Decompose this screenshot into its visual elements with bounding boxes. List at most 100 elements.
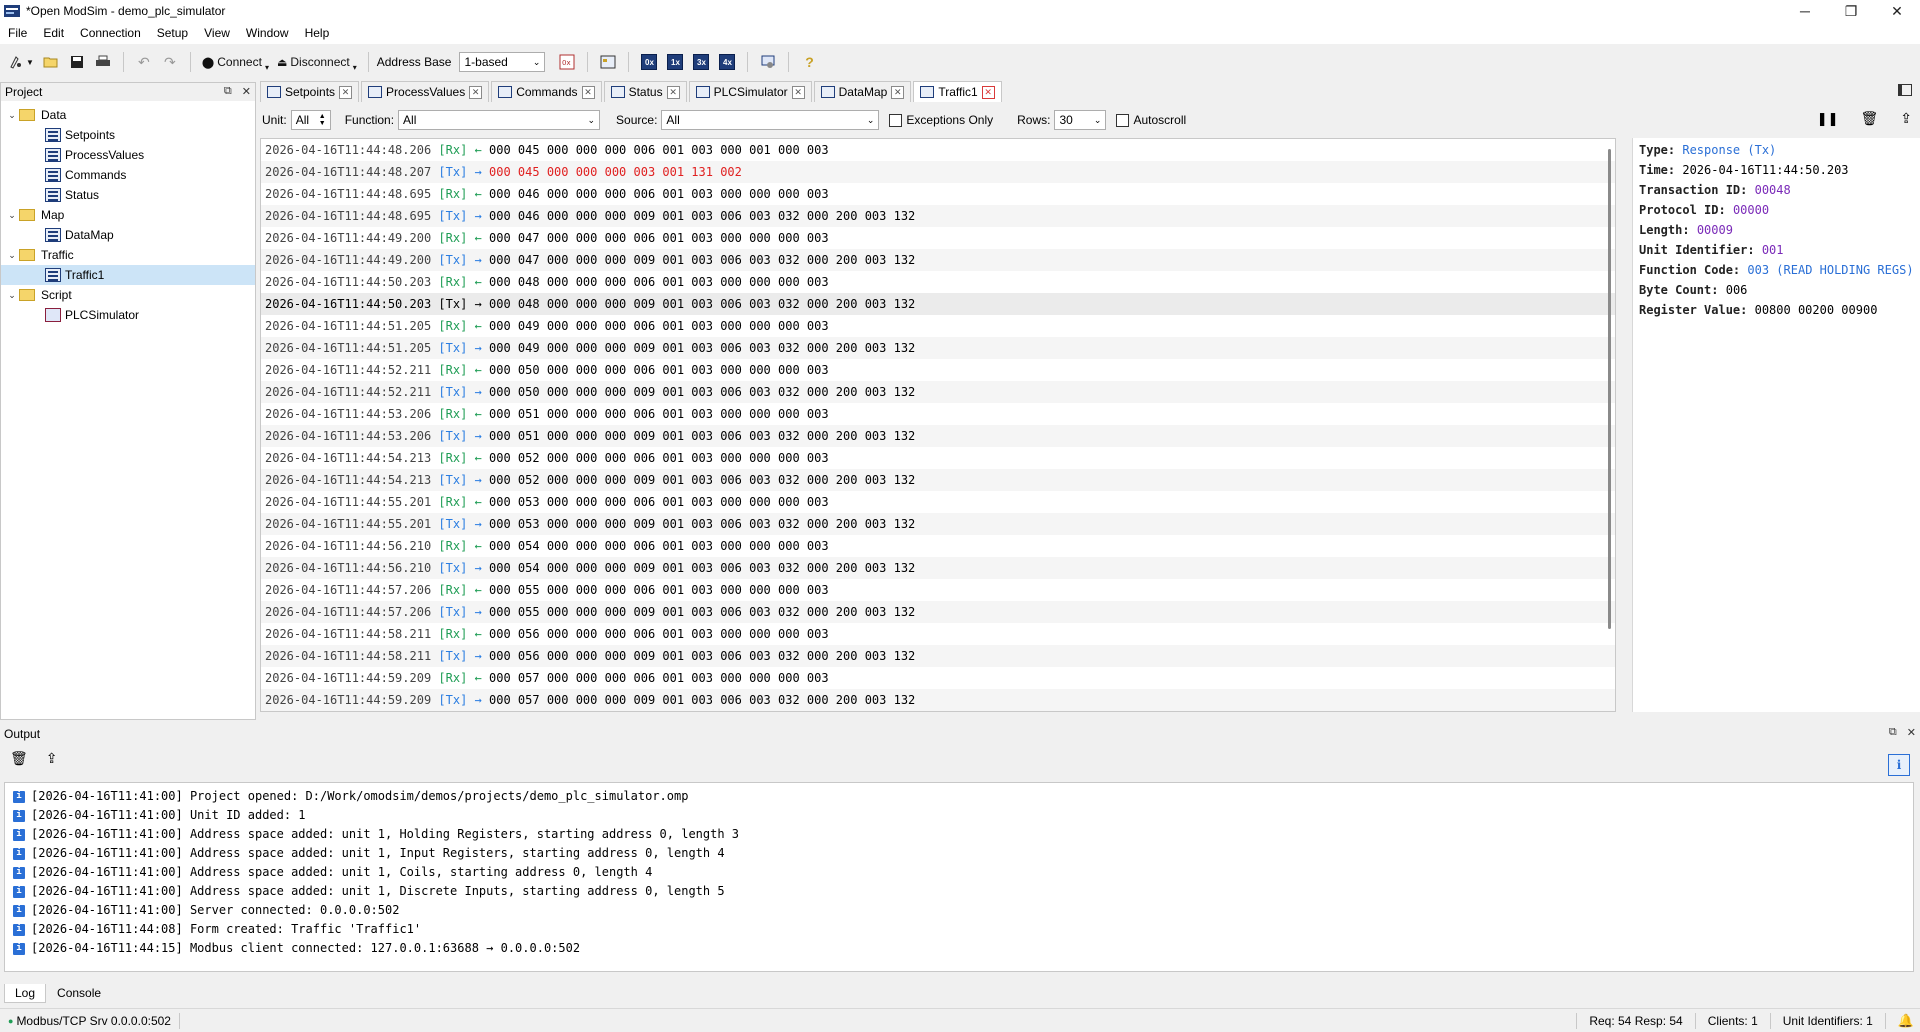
tab-console[interactable]: Console xyxy=(46,983,112,1003)
tree-item-map[interactable]: ⌄ Map xyxy=(1,205,255,225)
traffic-row[interactable]: 2026-04-16T11:44:49.200 [Tx] → 000 047 0… xyxy=(261,249,1615,271)
tab-plcsimulator[interactable]: PLCSimulator ✕ xyxy=(688,81,812,102)
address-base-select[interactable]: 1-based ⌄ xyxy=(459,52,546,72)
save-button[interactable] xyxy=(65,50,89,74)
tab-log[interactable]: Log xyxy=(4,983,47,1003)
traffic-row[interactable]: 2026-04-16T11:44:51.205 [Tx] → 000 049 0… xyxy=(261,337,1615,359)
traffic-row[interactable]: 2026-04-16T11:44:56.210 [Tx] → 000 054 0… xyxy=(261,557,1615,579)
rows-select[interactable]: 30 ⌄ xyxy=(1054,110,1107,130)
traffic-row[interactable]: 2026-04-16T11:44:58.211 [Rx] ← 000 056 0… xyxy=(261,623,1615,645)
float-panel-icon[interactable]: ⧉ xyxy=(1889,726,1897,739)
traffic-row[interactable]: 2026-04-16T11:44:48.206 [Rx] ← 000 045 0… xyxy=(261,139,1615,161)
tree-item-traffic[interactable]: ⌄ Traffic xyxy=(1,245,255,265)
float-panel-icon[interactable]: ⧉ xyxy=(224,85,232,98)
close-icon[interactable]: ✕ xyxy=(581,85,595,99)
maximize-button[interactable]: ❐ xyxy=(1828,0,1874,22)
menu-view[interactable]: View xyxy=(196,26,238,40)
coils-form-button[interactable]: 0x xyxy=(637,50,661,74)
traffic-row[interactable]: 2026-04-16T11:44:53.206 [Rx] ← 000 051 0… xyxy=(261,403,1615,425)
export-icon[interactable]: ⇪ xyxy=(46,750,58,767)
disconnect-button[interactable]: ⏏ Disconnect ▾ xyxy=(274,50,360,74)
function-select[interactable]: All ⌄ xyxy=(398,110,601,130)
close-panel-icon[interactable]: ✕ xyxy=(1907,726,1916,739)
open-button[interactable] xyxy=(39,50,63,74)
traffic-row[interactable]: 2026-04-16T11:44:59.209 [Rx] ← 000 057 0… xyxy=(261,667,1615,689)
menu-connection[interactable]: Connection xyxy=(72,26,149,40)
tab-traffic1[interactable]: Traffic1 ✕ xyxy=(913,81,1002,102)
tab-datamap[interactable]: DataMap ✕ xyxy=(813,81,912,102)
close-window-button[interactable]: ✕ xyxy=(1874,0,1920,22)
discrete-inputs-form-button[interactable]: 1x xyxy=(663,50,687,74)
traffic-row[interactable]: 2026-04-16T11:44:52.211 [Rx] ← 000 050 0… xyxy=(261,359,1615,381)
traffic-scrollbar[interactable] xyxy=(1605,139,1615,711)
help-button[interactable]: ? xyxy=(797,50,821,74)
hex-button[interactable]: 0x xyxy=(555,50,579,74)
traffic-row[interactable]: 2026-04-16T11:44:56.210 [Rx] ← 000 054 0… xyxy=(261,535,1615,557)
traffic-row[interactable]: 2026-04-16T11:44:57.206 [Rx] ← 000 055 0… xyxy=(261,579,1615,601)
chevron-down-icon[interactable]: ⌄ xyxy=(5,250,19,261)
tab-commands[interactable]: Commands ✕ xyxy=(491,81,602,102)
settings-button[interactable] xyxy=(756,50,780,74)
pause-icon[interactable]: ❚❚ xyxy=(1817,111,1839,127)
output-log-list[interactable]: i [2026-04-16T11:41:00] Project opened: D… xyxy=(4,782,1914,972)
traffic-log-list[interactable]: 2026-04-16T11:44:48.206 [Rx] ← 000 045 0… xyxy=(260,138,1616,712)
tab-status[interactable]: Status ✕ xyxy=(603,81,687,102)
traffic-row[interactable]: 2026-04-16T11:44:59.209 [Tx] → 000 057 0… xyxy=(261,689,1615,711)
traffic-row[interactable]: 2026-04-16T11:44:50.203 [Tx] → 000 048 0… xyxy=(261,293,1615,315)
notification-bell-icon[interactable]: 🔔 xyxy=(1898,1013,1914,1029)
traffic-row[interactable]: 2026-04-16T11:44:50.203 [Rx] ← 000 048 0… xyxy=(261,271,1615,293)
traffic-row[interactable]: 2026-04-16T11:44:57.206 [Tx] → 000 055 0… xyxy=(261,601,1615,623)
menu-file[interactable]: File xyxy=(0,26,35,40)
tree-item-script[interactable]: ⌄ Script xyxy=(1,285,255,305)
traffic-row[interactable]: 2026-04-16T11:44:54.213 [Rx] ← 000 052 0… xyxy=(261,447,1615,469)
menu-window[interactable]: Window xyxy=(238,26,297,40)
source-select[interactable]: All ⌄ xyxy=(661,110,880,130)
traffic-row[interactable]: 2026-04-16T11:44:52.211 [Tx] → 000 050 0… xyxy=(261,381,1615,403)
close-icon[interactable]: ✕ xyxy=(469,85,483,99)
close-icon[interactable]: ✕ xyxy=(791,85,805,99)
menu-edit[interactable]: Edit xyxy=(35,26,72,40)
traffic-row[interactable]: 2026-04-16T11:44:53.206 [Tx] → 000 051 0… xyxy=(261,425,1615,447)
panel-layout-icon[interactable] xyxy=(1898,84,1912,96)
tab-setpoints[interactable]: Setpoints ✕ xyxy=(260,81,360,102)
info-filter-icon[interactable]: i xyxy=(1888,754,1910,776)
autoscroll-checkbox[interactable] xyxy=(1116,113,1130,127)
close-icon[interactable]: ✕ xyxy=(981,85,995,99)
traffic-row[interactable]: 2026-04-16T11:44:51.205 [Rx] ← 000 049 0… xyxy=(261,315,1615,337)
holding-registers-form-button[interactable]: 4x xyxy=(715,50,739,74)
traffic-row[interactable]: 2026-04-16T11:44:54.213 [Tx] → 000 052 0… xyxy=(261,469,1615,491)
traffic-row[interactable]: 2026-04-16T11:44:55.201 [Tx] → 000 053 0… xyxy=(261,513,1615,535)
clear-trash-icon[interactable]: 🗑 xyxy=(10,750,28,767)
traffic-row[interactable]: 2026-04-16T11:44:58.211 [Tx] → 000 056 0… xyxy=(261,645,1615,667)
traffic-row[interactable]: 2026-04-16T11:44:49.200 [Rx] ← 000 047 0… xyxy=(261,227,1615,249)
close-icon[interactable]: ✕ xyxy=(666,85,680,99)
clear-trash-icon[interactable]: 🗑 xyxy=(1860,110,1878,127)
undo-button[interactable]: ↶ xyxy=(132,50,156,74)
tree-item-plcsimulator[interactable]: PLCSimulator xyxy=(1,305,255,325)
chevron-down-icon[interactable]: ⌄ xyxy=(5,210,19,221)
data-map-button[interactable] xyxy=(596,50,620,74)
close-icon[interactable]: ✕ xyxy=(891,85,905,99)
close-icon[interactable]: ✕ xyxy=(339,85,353,99)
exceptions-only-checkbox[interactable] xyxy=(889,113,903,127)
tree-item-traffic1[interactable]: Traffic1 xyxy=(1,265,255,285)
tree-item-processvalues[interactable]: ProcessValues xyxy=(1,145,255,165)
tab-processvalues[interactable]: ProcessValues ✕ xyxy=(361,81,490,102)
traffic-row[interactable]: 2026-04-16T11:44:48.695 [Tx] → 000 046 0… xyxy=(261,205,1615,227)
redo-button[interactable]: ↷ xyxy=(158,50,182,74)
unit-spinner[interactable]: All ▲ ▼ xyxy=(290,110,331,130)
minimize-button[interactable]: ─ xyxy=(1782,0,1828,22)
traffic-row[interactable]: 2026-04-16T11:44:48.695 [Rx] ← 000 046 0… xyxy=(261,183,1615,205)
traffic-row[interactable]: 2026-04-16T11:44:55.201 [Rx] ← 000 053 0… xyxy=(261,491,1615,513)
tree-item-commands[interactable]: Commands xyxy=(1,165,255,185)
tree-item-status[interactable]: Status xyxy=(1,185,255,205)
menu-setup[interactable]: Setup xyxy=(149,26,196,40)
tree-item-datamap[interactable]: DataMap xyxy=(1,225,255,245)
menu-help[interactable]: Help xyxy=(297,26,338,40)
tree-item-data[interactable]: ⌄ Data xyxy=(1,105,255,125)
connect-button[interactable]: ⬤ Connect ▾ xyxy=(199,50,272,74)
close-panel-icon[interactable]: ✕ xyxy=(242,85,251,98)
new-project-button[interactable]: ▼ xyxy=(6,50,37,74)
chevron-down-icon[interactable]: ⌄ xyxy=(5,110,19,121)
chevron-down-icon[interactable]: ⌄ xyxy=(5,290,19,301)
